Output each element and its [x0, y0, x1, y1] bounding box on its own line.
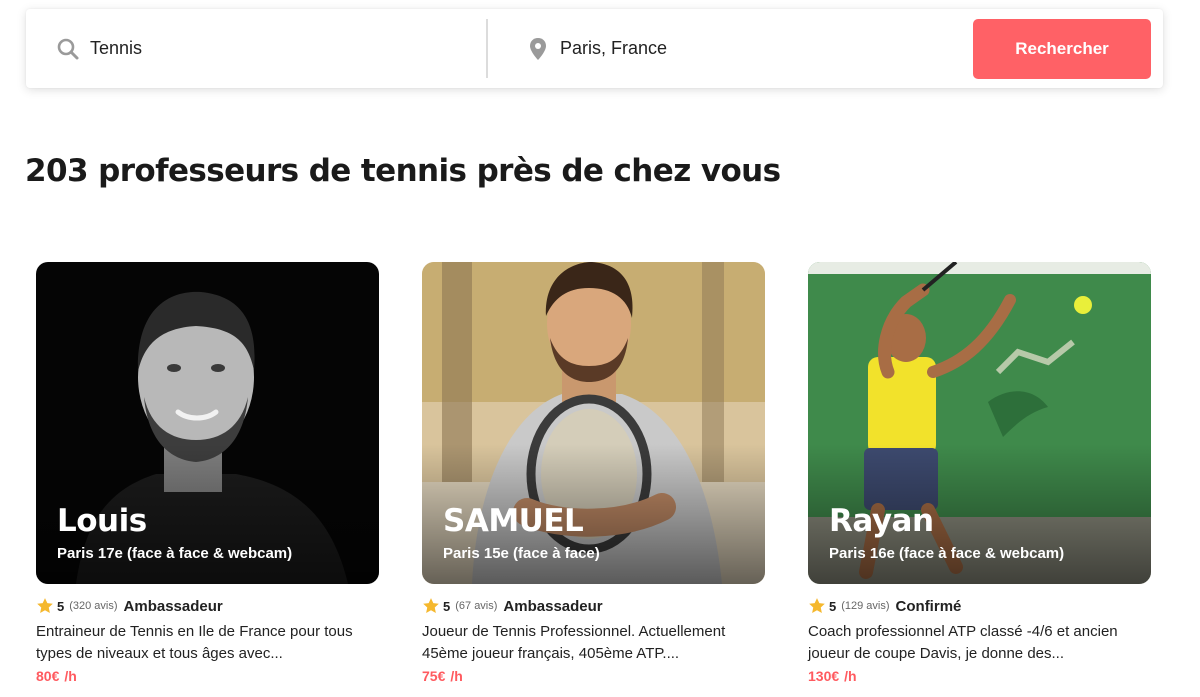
- teacher-photo: Louis Paris 17e (face à face & webcam): [36, 262, 379, 584]
- teacher-price: 80€/h: [36, 668, 379, 684]
- search-icon: [56, 37, 80, 61]
- teacher-photo: SAMUEL Paris 15e (face à face): [422, 262, 765, 584]
- price-unit: /h: [450, 668, 463, 684]
- teacher-description: Joueur de Tennis Professionnel. Actuelle…: [422, 623, 726, 662]
- subject-input[interactable]: [90, 38, 470, 59]
- teacher-city: Paris 15e (face à face): [443, 545, 600, 562]
- price-unit: /h: [844, 668, 857, 684]
- price-value: 130€: [808, 668, 840, 684]
- price-value: 75€: [422, 668, 446, 684]
- teacher-description: Entraineur de Tennis en Ile de France po…: [36, 623, 353, 662]
- review-count: (320 avis): [69, 600, 118, 612]
- location-input[interactable]: [560, 38, 940, 59]
- star-icon: [37, 598, 53, 613]
- teacher-meta: 5 (320 avis) Ambassadeur: [36, 596, 379, 616]
- teacher-card[interactable]: Rayan Paris 16e (face à face & webcam) 5…: [808, 262, 1151, 684]
- teacher-badge: Confirmé: [895, 597, 962, 615]
- teacher-price: 130€/h: [808, 668, 1151, 684]
- teacher-card[interactable]: Louis Paris 17e (face à face & webcam) 5…: [36, 262, 379, 684]
- price-unit: /h: [64, 668, 77, 684]
- teacher-city: Paris 17e (face à face & webcam): [57, 545, 293, 562]
- teacher-meta: 5 (129 avis) Confirmé: [808, 596, 1151, 616]
- teacher-photo: Rayan Paris 16e (face à face & webcam): [808, 262, 1151, 584]
- location-pin-icon: [526, 37, 550, 61]
- review-count: (67 avis): [455, 600, 498, 612]
- teacher-name: Louis: [57, 503, 147, 539]
- star-icon: [809, 598, 825, 613]
- subject-field[interactable]: [26, 9, 486, 88]
- price-value: 80€: [36, 668, 60, 684]
- results-title: 203 professeurs de tennis près de chez v…: [25, 153, 781, 189]
- rating-value: 5: [443, 598, 451, 614]
- location-field[interactable]: [488, 9, 968, 88]
- rating-value: 5: [829, 598, 837, 614]
- teacher-city: Paris 16e (face à face & webcam): [829, 545, 1065, 562]
- teacher-name: SAMUEL: [443, 503, 584, 539]
- teacher-badge: Ambassadeur: [123, 597, 223, 615]
- teacher-card[interactable]: SAMUEL Paris 15e (face à face) 5 (67 avi…: [422, 262, 765, 684]
- star-icon: [423, 598, 439, 613]
- teacher-description: Coach professionnel ATP classé -4/6 et a…: [808, 623, 1118, 662]
- teacher-name: Rayan: [829, 503, 934, 539]
- rating-value: 5: [57, 598, 65, 614]
- teacher-badge: Ambassadeur: [503, 597, 603, 615]
- search-button[interactable]: Rechercher: [973, 19, 1151, 79]
- teacher-price: 75€/h: [422, 668, 765, 684]
- teacher-meta: 5 (67 avis) Ambassadeur: [422, 596, 765, 616]
- search-bar: Rechercher: [26, 9, 1163, 88]
- review-count: (129 avis): [841, 600, 890, 612]
